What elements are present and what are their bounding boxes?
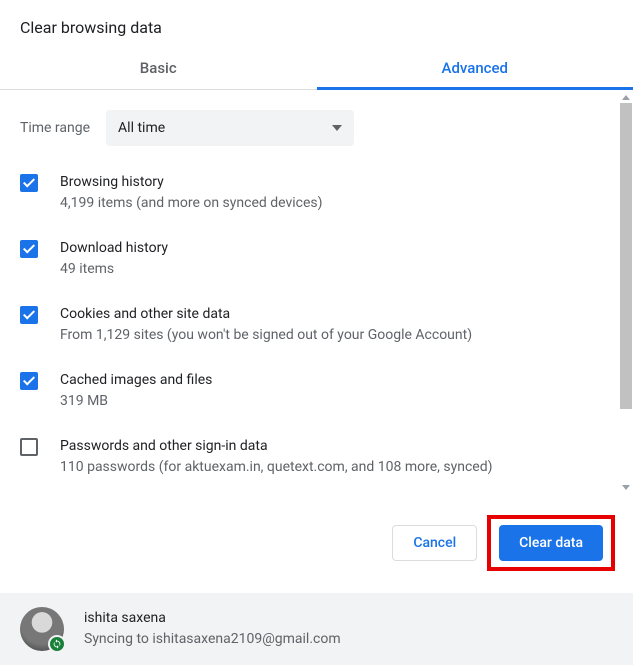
option-desc: 319 MB — [60, 391, 212, 412]
scrollbar[interactable] — [619, 95, 633, 495]
option-title: Passwords and other sign-in data — [60, 436, 492, 457]
option-desc: From 1,129 sites (you won't be signed ou… — [60, 325, 472, 346]
time-range-select[interactable]: All time — [106, 110, 354, 146]
scrollbar-thumb[interactable] — [620, 103, 632, 409]
profile-status: Syncing to ishitasaxena2109@gmail.com — [84, 629, 341, 650]
content-area: Time range All time Browsing history4,19… — [0, 90, 633, 493]
time-range-value: All time — [118, 120, 165, 136]
option-title: Browsing history — [60, 172, 323, 193]
time-range-label: Time range — [20, 120, 90, 136]
option-title: Cookies and other site data — [60, 304, 472, 325]
option-title: Cached images and files — [60, 370, 212, 391]
option-row: Browsing history4,199 items (and more on… — [20, 172, 609, 214]
checkbox[interactable] — [20, 174, 38, 192]
option-row: Passwords and other sign-in data110 pass… — [20, 436, 609, 478]
tab-advanced[interactable]: Advanced — [317, 47, 633, 89]
profile-name: ishita saxena — [84, 608, 341, 629]
tab-basic[interactable]: Basic — [0, 47, 317, 89]
cancel-button[interactable]: Cancel — [392, 525, 477, 561]
option-texts: Download history49 items — [60, 238, 168, 280]
profile-section: ishita saxena Syncing to ishitasaxena210… — [0, 593, 633, 665]
option-texts: Cached images and files319 MB — [60, 370, 212, 412]
dialog-title: Clear browsing data — [0, 0, 633, 47]
sync-icon — [48, 635, 66, 653]
dialog-footer: Cancel Clear data — [0, 493, 633, 593]
checkbox[interactable] — [20, 438, 38, 456]
tabs: Basic Advanced — [0, 47, 633, 90]
scroll-down-icon[interactable] — [622, 485, 630, 490]
option-title: Download history — [60, 238, 168, 259]
clear-data-highlight: Clear data — [487, 515, 615, 571]
clear-data-button[interactable]: Clear data — [499, 525, 603, 561]
time-range-row: Time range All time — [20, 110, 609, 146]
chevron-down-icon — [332, 125, 342, 131]
option-row: Download history49 items — [20, 238, 609, 280]
option-desc: 4,199 items (and more on synced devices) — [60, 193, 323, 214]
avatar-wrap — [20, 607, 64, 651]
option-desc: 49 items — [60, 259, 168, 280]
option-row: Cookies and other site dataFrom 1,129 si… — [20, 304, 609, 346]
profile-texts: ishita saxena Syncing to ishitasaxena210… — [84, 608, 341, 650]
checkbox[interactable] — [20, 240, 38, 258]
option-desc: 110 passwords (for aktuexam.in, quetext.… — [60, 457, 492, 478]
scroll-up-icon[interactable] — [622, 95, 630, 100]
option-texts: Cookies and other site dataFrom 1,129 si… — [60, 304, 472, 346]
option-row: Cached images and files319 MB — [20, 370, 609, 412]
checkbox[interactable] — [20, 306, 38, 324]
option-texts: Browsing history4,199 items (and more on… — [60, 172, 323, 214]
checkbox[interactable] — [20, 372, 38, 390]
option-texts: Passwords and other sign-in data110 pass… — [60, 436, 492, 478]
